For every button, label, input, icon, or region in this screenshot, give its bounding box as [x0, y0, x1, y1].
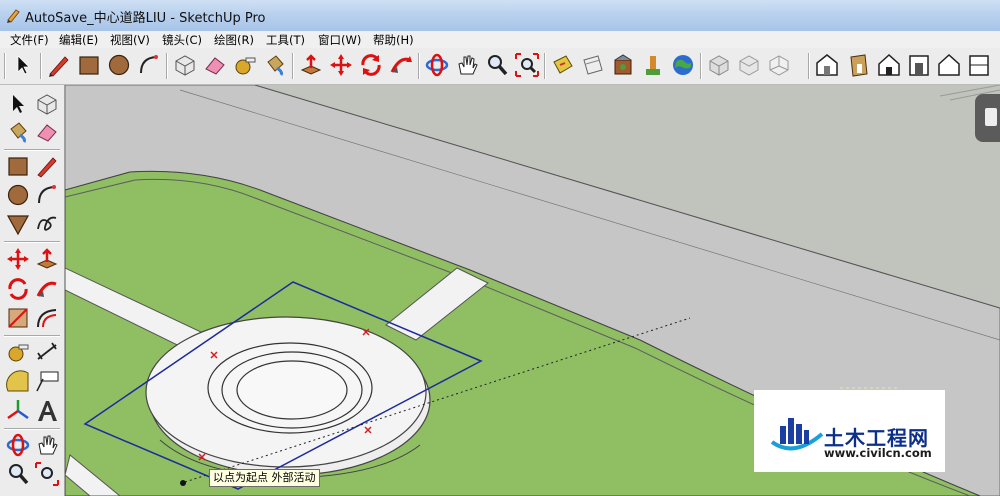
menu-draw[interactable]: 绘图(R)	[214, 32, 254, 48]
sketchup-pencil-icon	[7, 9, 20, 23]
move-icon[interactable]	[328, 52, 354, 78]
menu-view[interactable]: 视图(V)	[110, 32, 150, 48]
orbit-icon[interactable]	[424, 52, 450, 78]
civilcn-logo-icon	[770, 418, 824, 451]
zoom-icon[interactable]	[484, 52, 510, 78]
menu-window[interactable]: 窗口(W)	[318, 32, 361, 48]
freehand-icon[interactable]	[34, 211, 60, 237]
axes-icon[interactable]	[5, 398, 31, 424]
push-pull-icon[interactable]	[298, 52, 324, 78]
menu-camera[interactable]: 镜头(C)	[162, 32, 202, 48]
watermark: 土木工程网 www.civilcn.com	[754, 390, 945, 472]
orbit-icon[interactable]	[5, 432, 31, 458]
pan-hand-icon[interactable]	[454, 52, 480, 78]
rectangle-icon[interactable]	[76, 52, 102, 78]
circle-icon[interactable]	[5, 182, 31, 208]
make-component-icon[interactable]	[172, 52, 198, 78]
share-model-icon[interactable]	[640, 52, 666, 78]
protractor-icon[interactable]	[5, 369, 31, 395]
scale-icon[interactable]	[5, 305, 31, 331]
section-plane-icon[interactable]	[550, 52, 576, 78]
arc-icon[interactable]	[34, 182, 60, 208]
geo-location-icon[interactable]	[670, 52, 696, 78]
follow-me-icon[interactable]	[388, 52, 414, 78]
select-arrow-icon[interactable]	[5, 91, 31, 117]
view-left-icon[interactable]	[936, 52, 962, 78]
make-component-icon[interactable]	[34, 91, 60, 117]
menu-help[interactable]: 帮助(H)	[373, 32, 414, 48]
rotate-icon[interactable]	[5, 276, 31, 302]
tape-measure-icon[interactable]	[5, 339, 31, 365]
pencil-line-icon[interactable]	[46, 52, 72, 78]
dimension-icon[interactable]	[34, 339, 60, 365]
tape-measure-icon[interactable]	[232, 52, 258, 78]
menu-edit[interactable]: 编辑(E)	[59, 32, 98, 48]
menu-tools[interactable]: 工具(T)	[266, 32, 305, 48]
title-bar: AutoSave_中心道路LIU - SketchUp Pro	[0, 0, 1000, 32]
rotate-icon[interactable]	[358, 52, 384, 78]
left-toolbar	[0, 85, 65, 496]
zoom-extents-icon[interactable]	[34, 461, 60, 487]
view-iso3-icon[interactable]	[766, 52, 792, 78]
paint-bucket-icon[interactable]	[262, 52, 288, 78]
move-icon[interactable]	[5, 246, 31, 272]
pan-hand-icon[interactable]	[34, 432, 60, 458]
follow-me-icon[interactable]	[34, 276, 60, 302]
view-front-icon[interactable]	[846, 52, 872, 78]
window-title: AutoSave_中心道路LIU - SketchUp Pro	[25, 11, 266, 26]
view-bottom-icon[interactable]	[966, 52, 992, 78]
view-right-icon[interactable]	[876, 52, 902, 78]
display-section-icon[interactable]	[580, 52, 606, 78]
arc-icon[interactable]	[136, 52, 162, 78]
polygon-icon[interactable]	[5, 211, 31, 237]
menu-bar: 文件(F) 编辑(E) 视图(V) 镜头(C) 绘图(R) 工具(T) 窗口(W…	[0, 31, 1000, 49]
view-iso-icon[interactable]	[706, 52, 732, 78]
pencil-line-icon[interactable]	[34, 153, 60, 179]
eraser-icon[interactable]	[202, 52, 228, 78]
side-panel-tab[interactable]	[975, 94, 1000, 142]
offset-icon[interactable]	[34, 305, 60, 331]
rectangle-icon[interactable]	[5, 153, 31, 179]
select-arrow-icon[interactable]	[10, 52, 36, 78]
menu-file[interactable]: 文件(F)	[10, 32, 49, 48]
inference-tooltip: 以点为起点 外部活动	[209, 469, 320, 487]
zoom-extents-icon[interactable]	[514, 52, 540, 78]
push-pull-icon[interactable]	[34, 246, 60, 272]
view-iso2-icon[interactable]	[736, 52, 762, 78]
text-label-icon[interactable]	[34, 369, 60, 395]
main-toolbar	[0, 48, 1000, 85]
cursor-point	[180, 480, 186, 486]
get-models-icon[interactable]	[610, 52, 636, 78]
eraser-icon[interactable]	[34, 119, 60, 145]
3d-text-icon[interactable]	[34, 398, 60, 424]
view-top-icon[interactable]	[814, 52, 840, 78]
panel-tab-icon	[985, 108, 997, 126]
paint-bucket-icon[interactable]	[5, 119, 31, 145]
view-back-icon[interactable]	[906, 52, 932, 78]
circle-icon[interactable]	[106, 52, 132, 78]
zoom-icon[interactable]	[5, 461, 31, 487]
watermark-url: www.civilcn.com	[824, 446, 932, 460]
